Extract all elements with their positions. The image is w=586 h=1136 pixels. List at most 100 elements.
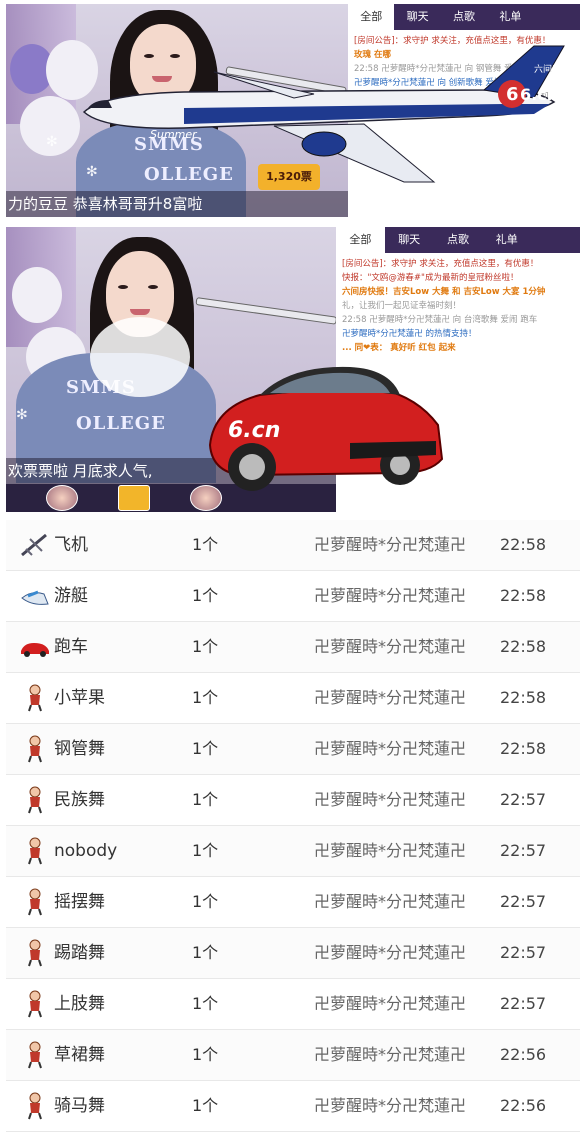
plane-livery-text: Summer	[150, 128, 198, 141]
svg-text:6: 6	[506, 84, 519, 105]
chat-message: 快报："文鸥@游春#"成为最新的皇冠粉丝啦！	[342, 273, 519, 283]
gift-time: 22:58	[500, 739, 547, 758]
tap-dance-icon	[20, 939, 50, 967]
sports-car-gift-icon: 6.cn	[208, 366, 444, 491]
plane-icon	[20, 531, 50, 559]
sender-name: 卍萝醒時*分卍梵蓮卍	[314, 1045, 467, 1064]
sender-name: 卍萝醒時*分卍梵蓮卍	[314, 535, 467, 554]
gift-list-row[interactable]: 小苹果 1个 卍萝醒時*分卍梵蓮卍 22:58	[6, 673, 580, 724]
gift-list-row[interactable]: 跑车 1个 卍萝醒時*分卍梵蓮卍 22:58	[6, 622, 580, 673]
tab-all[interactable]: 全部	[348, 4, 395, 30]
sparkle-icon: ✻	[16, 407, 28, 423]
gift-list-row[interactable]: 钢管舞 1个 卍萝醒時*分卍梵蓮卍 22:58	[6, 724, 580, 775]
gift-name: 摇摆舞	[54, 892, 105, 912]
gift-quantity: 1个	[192, 1045, 219, 1064]
sender-name: 卍萝醒時*分卍梵蓮卍	[314, 586, 467, 605]
sports-car-icon	[20, 633, 50, 661]
tab-more[interactable]	[531, 227, 580, 253]
gift-quantity: 1个	[192, 586, 219, 605]
gift-time: 22:58	[500, 637, 547, 656]
gift-name: 钢管舞	[54, 739, 105, 759]
sender-name: 卍萝醒時*分卍梵蓮卍	[314, 790, 467, 809]
gift-name: 飞机	[54, 535, 88, 555]
airplane-gift-icon: Summer 6 6.cn 六间房	[82, 45, 565, 183]
gift-name: 民族舞	[54, 790, 105, 810]
gift-time: 22:58	[500, 688, 547, 707]
chat-message: 卍萝醒時*分卍梵蓮卍 的热情支持！	[342, 329, 477, 339]
gift-quantity: 1个	[192, 1096, 219, 1115]
live-stream-panel-1: SMMS OLLEGE 1,320票 ✻ ✻ 力的豆豆 恭喜林哥哥升8富啦 全部…	[6, 4, 580, 217]
gift-time: 22:57	[500, 790, 547, 809]
fan-avatar[interactable]	[46, 485, 78, 511]
chat-tabs: 全部 聊天 点歌 礼单	[348, 4, 580, 30]
gift-name: 游艇	[54, 586, 88, 606]
pole-dance-icon	[20, 735, 50, 763]
gift-quantity: 1个	[192, 637, 219, 656]
gift-list-row[interactable]: 民族舞 1个 卍萝醒時*分卍梵蓮卍 22:57	[6, 775, 580, 826]
tab-gift-list[interactable]: 礼单	[487, 4, 533, 30]
gift-quantity: 1个	[192, 535, 219, 554]
gift-list-row[interactable]: 上肢舞 1个 卍萝醒時*分卍梵蓮卍 22:57	[6, 979, 580, 1030]
gift-time: 22:56	[500, 1045, 547, 1064]
sweater-print: OLLEGE	[76, 413, 166, 434]
gift-list: 飞机 1个 卍萝醒時*分卍梵蓮卍 22:58 游艇 1个 卍萝醒時*分卍梵蓮卍 22:58 跑车…	[6, 520, 580, 1132]
streamer-eye	[148, 285, 158, 289]
star-badge-icon	[118, 485, 150, 511]
gift-quantity: 1个	[192, 688, 219, 707]
nobody-dancer-icon	[20, 837, 50, 865]
live-stream-panel-2: SMMS OLLEGE ✻ 欢票票啦 月底求人气, 全部 聊天 点歌 礼单 [房…	[6, 227, 580, 512]
sender-name: 卍萝醒時*分卍梵蓮卍	[314, 739, 467, 758]
streamer-mouth	[130, 309, 150, 315]
gift-list-row[interactable]: 飞机 1个 卍萝醒時*分卍梵蓮卍 22:58	[6, 520, 580, 571]
chat-tabs: 全部 聊天 点歌 礼单	[336, 227, 580, 253]
gift-list-row[interactable]: 踢踏舞 1个 卍萝醒時*分卍梵蓮卍 22:57	[6, 928, 580, 979]
teddy-bear-icon	[12, 267, 62, 323]
sender-name: 卍萝醒時*分卍梵蓮卍	[314, 637, 467, 656]
gift-name: 小苹果	[54, 688, 105, 708]
folk-dance-icon	[20, 786, 50, 814]
grass-skirt-dance-icon	[20, 1041, 50, 1069]
sender-name: 卍萝醒時*分卍梵蓮卍	[314, 892, 467, 911]
gift-list-row[interactable]: 骑马舞 1个 卍萝醒時*分卍梵蓮卍 22:56	[6, 1081, 580, 1132]
tab-chat[interactable]: 聊天	[385, 227, 434, 253]
gift-list-row[interactable]: 草裙舞 1个 卍萝醒時*分卍梵蓮卍 22:56	[6, 1030, 580, 1081]
sender-name: 卍萝醒時*分卍梵蓮卍	[314, 1096, 467, 1115]
sender-name: 卍萝醒時*分卍梵蓮卍	[314, 943, 467, 962]
chat-message: [房间公告]：求守护 求关注，充值点这里，有优惠！	[342, 259, 539, 269]
tab-song-request[interactable]: 点歌	[434, 227, 483, 253]
chat-message: 22:58 卍萝醒時*分卍梵蓮卍 向 台湾歌舞 爱闹 跑车	[342, 315, 538, 325]
tab-gift-list[interactable]: 礼单	[482, 227, 531, 253]
little-apple-dancer-icon	[20, 684, 50, 712]
scrolling-marquee: 力的豆豆 恭喜林哥哥升8富啦	[6, 191, 348, 217]
gift-name: 踢踏舞	[54, 943, 105, 963]
streamer-eye	[118, 285, 128, 289]
tab-chat[interactable]: 聊天	[394, 4, 440, 30]
gift-time: 22:57	[500, 841, 547, 860]
yacht-icon	[20, 582, 50, 610]
gift-time: 22:57	[500, 994, 547, 1013]
gift-list-row[interactable]: 游艇 1个 卍萝醒時*分卍梵蓮卍 22:58	[6, 571, 580, 622]
gift-time: 22:57	[500, 892, 547, 911]
gift-quantity: 1个	[192, 790, 219, 809]
tab-song-request[interactable]: 点歌	[441, 4, 487, 30]
chat-messages: [房间公告]：求守护 求关注，充值点这里，有优惠！ 快报："文鸥@游春#"成为最新…	[336, 253, 580, 359]
tab-more[interactable]	[534, 4, 580, 30]
gift-name: nobody	[54, 841, 118, 861]
chat-message: 六间房快报！吉安Low 大舞 和 吉安Low 大宴 1分钟	[342, 287, 546, 297]
gift-quantity: 1个	[192, 841, 219, 860]
gift-list-row[interactable]: nobody 1个 卍萝醒時*分卍梵蓮卍 22:57	[6, 826, 580, 877]
gift-quantity: 1个	[192, 943, 219, 962]
tab-all[interactable]: 全部	[336, 227, 385, 253]
sparkle-burst	[90, 317, 190, 397]
gift-name: 跑车	[54, 637, 88, 657]
plane-logo-sub: 六间房	[534, 63, 561, 75]
gift-time: 22:56	[500, 1096, 547, 1115]
gift-quantity: 1个	[192, 994, 219, 1013]
sparkle-icon: ✻	[46, 134, 58, 150]
gift-time: 22:58	[500, 535, 547, 554]
gift-name: 骑马舞	[54, 1096, 105, 1116]
chat-message: 礼，让我们一起见证幸福时刻！	[342, 301, 462, 311]
gift-quantity: 1个	[192, 739, 219, 758]
sender-name: 卍萝醒時*分卍梵蓮卍	[314, 688, 467, 707]
gift-list-row[interactable]: 摇摆舞 1个 卍萝醒時*分卍梵蓮卍 22:57	[6, 877, 580, 928]
